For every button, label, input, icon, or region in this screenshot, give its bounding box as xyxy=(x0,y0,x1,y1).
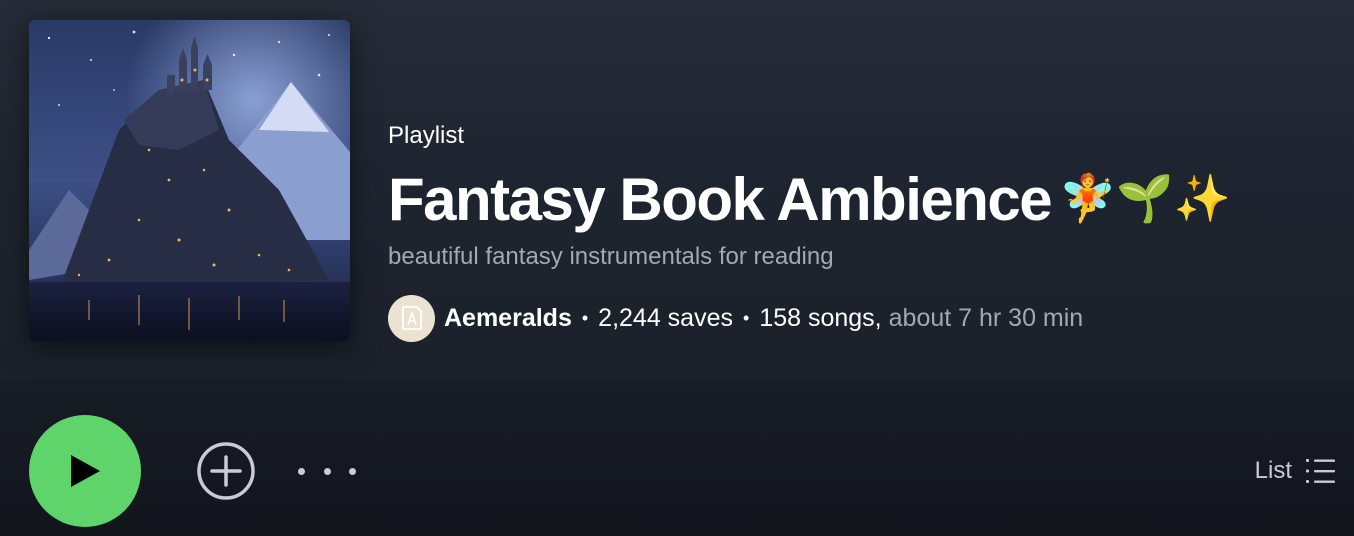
more-horizontal-icon xyxy=(298,467,305,475)
playlist-page: Playlist Fantasy Book Ambience 🧚🌱✨ beauti… xyxy=(0,0,1354,536)
meta-separator: • xyxy=(581,307,589,328)
playlist-title[interactable]: Fantasy Book Ambience 🧚🌱✨ xyxy=(388,158,1231,240)
add-to-library-button[interactable] xyxy=(196,441,256,501)
meta-separator: • xyxy=(743,307,750,328)
playlist-duration: about 7 hr 30 min xyxy=(888,303,1084,332)
view-mode-toggle[interactable]: List xyxy=(1255,452,1336,490)
more-horizontal-icon xyxy=(349,467,356,475)
playlist-title-text: Fantasy Book Ambience xyxy=(388,166,1053,233)
more-horizontal-icon xyxy=(323,467,331,475)
more-options-button[interactable] xyxy=(298,455,356,487)
saves-count: 2,244 saves xyxy=(598,303,733,332)
play-icon xyxy=(71,455,100,487)
owner-name-link[interactable]: Aemeralds xyxy=(444,304,572,333)
play-button[interactable] xyxy=(29,415,141,527)
add-circle-icon xyxy=(197,442,255,500)
list-icon xyxy=(1306,459,1335,483)
playlist-cover-image[interactable] xyxy=(29,20,350,341)
playlist-meta: Aemeralds • 2,244 saves • 158 songs, abo… xyxy=(388,294,1083,342)
view-mode-label: List xyxy=(1254,457,1292,484)
playlist-type-label: Playlist xyxy=(388,122,465,149)
playlist-title-emoji: 🧚🌱✨ xyxy=(1059,172,1231,224)
song-count: 158 songs, xyxy=(759,303,882,332)
owner-avatar[interactable] xyxy=(388,294,435,342)
avatar-logo-icon xyxy=(401,306,422,330)
playlist-description: beautiful fantasy instrumentals for read… xyxy=(388,243,834,270)
